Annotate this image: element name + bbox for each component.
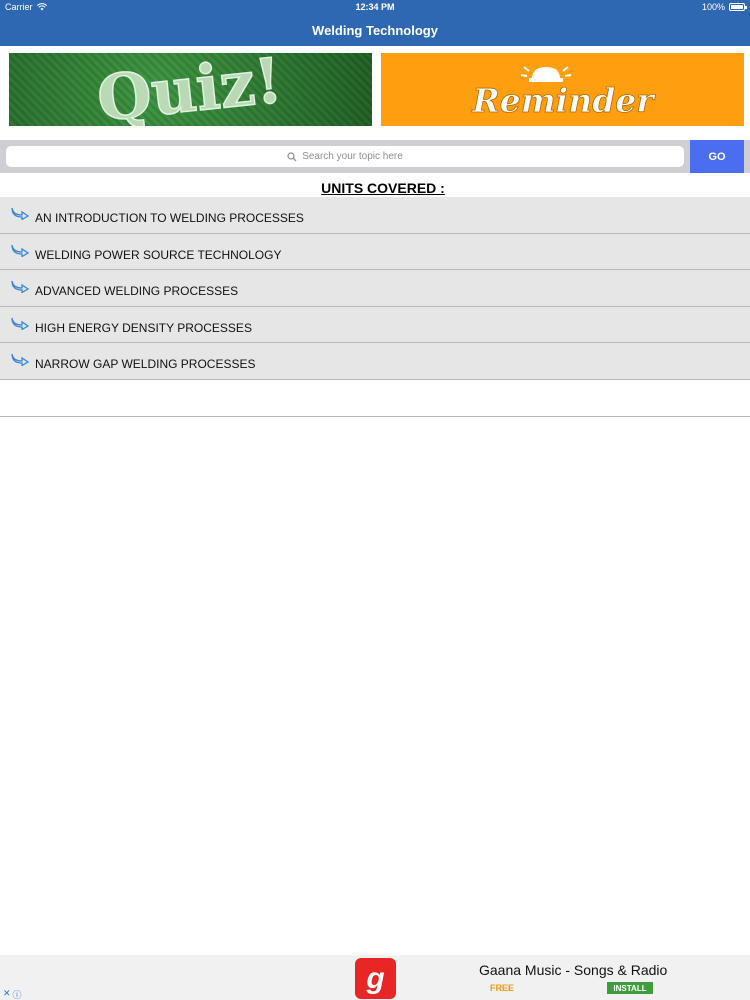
ad-title: Gaana Music - Songs & Radio: [479, 962, 668, 978]
unit-label: AN INTRODUCTION TO WELDING PROCESSES: [35, 211, 304, 225]
gaana-app-logo: g: [355, 958, 396, 999]
ad-price: FREE: [490, 983, 515, 993]
clock: 12:34 PM: [355, 2, 395, 12]
ad-banner[interactable]: ✕ ⓘ g Gaana Music - Songs & Radio FREE I…: [0, 955, 750, 1000]
arrow-icon: [11, 207, 30, 220]
bell-icon: [520, 66, 572, 82]
ad-choices[interactable]: ✕ ⓘ: [3, 988, 22, 1000]
arrow-icon: [11, 354, 30, 367]
reminder-graphic: Reminder: [471, 66, 657, 120]
unit-label: WELDING POWER SOURCE TECHNOLOGY: [35, 247, 282, 262]
top-bar: Carrier 12:34 PM 100% Welding Technology: [0, 0, 750, 46]
info-icon[interactable]: ⓘ: [13, 988, 22, 1000]
close-icon[interactable]: ✕: [3, 988, 11, 1000]
arrow-icon: [11, 244, 30, 257]
status-bar: Carrier 12:34 PM 100%: [0, 0, 750, 15]
battery-percent: 100%: [701, 2, 725, 12]
reminder-banner-text: Reminder: [471, 81, 656, 120]
unit-row[interactable]: WELDING POWER SOURCE TECHNOLOGY: [0, 233, 750, 271]
battery-icon: [729, 3, 747, 11]
unit-label: HIGH ENERGY DENSITY PROCESSES: [35, 320, 252, 335]
unit-label: NARROW GAP WELDING PROCESSES: [35, 357, 256, 372]
arrow-icon: [11, 281, 30, 294]
units-heading: UNITS COVERED :: [321, 180, 445, 196]
units-list: AN INTRODUCTION TO WELDING PROCESSES WEL…: [0, 197, 750, 417]
search-bar: Search your topic here: [0, 140, 750, 173]
empty-row: [0, 379, 750, 417]
page-title: Welding Technology: [312, 23, 438, 38]
search-placeholder: Search your topic here: [302, 151, 403, 162]
unit-row[interactable]: AN INTRODUCTION TO WELDING PROCESSES: [0, 197, 750, 234]
battery-indicator: 100%: [701, 2, 747, 12]
unit-row[interactable]: NARROW GAP WELDING PROCESSES: [0, 343, 750, 380]
arrow-icon: [11, 317, 30, 330]
reminder-banner-button[interactable]: Reminder: [381, 53, 744, 126]
go-button[interactable]: GO: [690, 140, 744, 173]
quiz-banner-text: Quiz!: [94, 53, 286, 126]
unit-row[interactable]: HIGH ENERGY DENSITY PROCESSES: [0, 306, 750, 344]
search-input[interactable]: Search your topic here: [6, 146, 684, 167]
app-screen: Carrier 12:34 PM 100% Welding Technology…: [0, 0, 750, 1000]
search-icon: [287, 151, 297, 161]
quiz-chalk-graphic: Quiz!: [93, 53, 286, 126]
install-button[interactable]: INSTALL: [607, 982, 653, 994]
quiz-banner-button[interactable]: Quiz!: [9, 53, 372, 126]
unit-row[interactable]: ADVANCED WELDING PROCESSES: [0, 270, 750, 307]
unit-label: ADVANCED WELDING PROCESSES: [35, 284, 239, 299]
